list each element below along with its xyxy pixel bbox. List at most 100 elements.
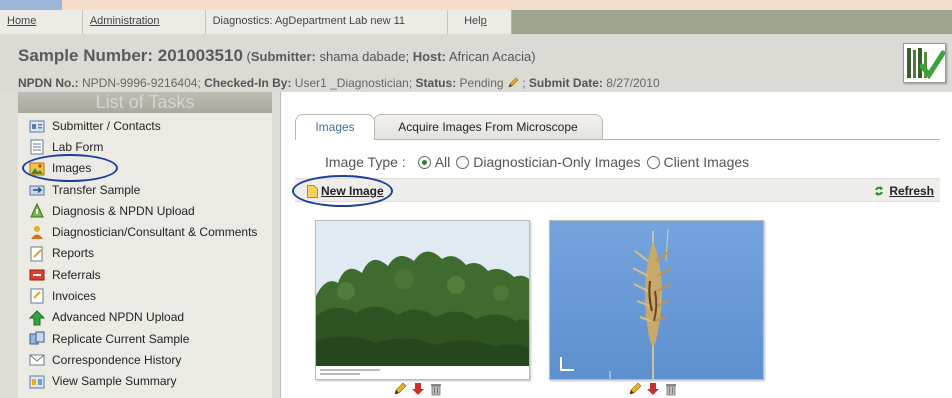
task-item-referrals[interactable]: Referrals xyxy=(18,264,272,285)
new-document-icon xyxy=(307,184,318,198)
radio-client-images[interactable]: Client Images xyxy=(646,154,750,170)
mail-icon xyxy=(29,354,45,366)
menu-administration-label: Administration xyxy=(89,15,160,27)
edit-status-pencil-icon[interactable] xyxy=(507,77,519,89)
tab-divider xyxy=(295,139,940,140)
menu-diagnostics-label: Diagnostics: AgDepartment Lab new 11 xyxy=(212,15,406,27)
images-toolbar: New Image Refresh xyxy=(295,178,940,202)
wheat-head-photo xyxy=(550,221,763,379)
referrals-icon xyxy=(29,269,45,281)
task-item-label: Invoices xyxy=(52,289,97,304)
delete-trash-icon[interactable] xyxy=(429,382,443,396)
menu-home[interactable]: Home xyxy=(0,10,83,34)
status-key: Status: xyxy=(415,76,457,90)
replicate-icon xyxy=(29,331,45,345)
contacts-icon xyxy=(29,120,45,133)
task-item-correspondence-history[interactable]: Correspondence History xyxy=(18,349,272,370)
refresh-icon xyxy=(875,186,884,196)
summary-icon xyxy=(29,375,45,389)
menu-bar: Home Administration Diagnostics: AgDepar… xyxy=(0,10,952,34)
radio-client-button[interactable] xyxy=(646,155,660,169)
radio-diagnostician-label: Diagnostician-Only Images xyxy=(473,154,641,170)
radio-all-label: All xyxy=(434,154,451,170)
tab-images[interactable]: Images xyxy=(295,114,375,140)
radio-client-label: Client Images xyxy=(663,154,750,170)
app-logo-icon xyxy=(903,43,946,83)
task-item-invoices[interactable]: Invoices xyxy=(18,285,272,306)
download-arrow-icon[interactable] xyxy=(411,382,425,396)
menu-help[interactable]: Help xyxy=(448,10,511,34)
image-1-actions xyxy=(393,382,443,398)
status-value: Pending xyxy=(456,76,507,90)
reports-icon xyxy=(30,246,43,262)
task-list: Submitter / Contacts Lab Form Images Transf… xyxy=(18,113,272,392)
image-thumbnail-2[interactable] xyxy=(549,220,764,380)
image-thumbnail-1[interactable] xyxy=(315,220,530,380)
submit-date-key: Submit Date: xyxy=(528,76,603,90)
task-item-submitter-contacts[interactable]: Submitter / Contacts xyxy=(18,115,272,136)
task-list-title: List of Tasks xyxy=(18,92,272,113)
task-item-label: Reports xyxy=(52,246,95,261)
menu-help-label: Hel xyxy=(464,15,481,27)
task-item-label: Transfer Sample xyxy=(52,182,141,197)
npdn-key: NPDN No.: xyxy=(18,76,79,90)
radio-all[interactable]: All xyxy=(417,154,451,170)
host-value: African Acacia) xyxy=(445,49,536,64)
task-item-label: Advanced NPDN Upload xyxy=(52,310,185,325)
top-strip xyxy=(0,0,952,10)
refresh-link[interactable]: Refresh xyxy=(874,184,934,198)
images-content: Images Acquire Images From Microscope Im… xyxy=(280,92,952,398)
form-icon xyxy=(30,139,44,155)
refresh-label: Refresh xyxy=(889,184,934,198)
host-key: Host: xyxy=(412,49,446,64)
checked-in-key: Checked-In By: xyxy=(204,76,292,90)
delete-trash-icon[interactable] xyxy=(664,382,678,396)
new-image-link[interactable]: New Image xyxy=(307,184,384,198)
task-item-reports[interactable]: Reports xyxy=(18,243,272,264)
task-item-replicate-current-sample[interactable]: Replicate Current Sample xyxy=(18,328,272,349)
menu-administration[interactable]: Administration xyxy=(83,10,206,34)
task-item-label: Submitter / Contacts xyxy=(52,118,161,133)
menu-home-label: Home xyxy=(7,15,37,27)
task-item-lab-form[interactable]: Lab Form xyxy=(18,136,272,157)
radio-all-button[interactable] xyxy=(417,155,431,169)
image-2-actions xyxy=(628,382,678,398)
task-item-label: Images xyxy=(52,161,92,176)
invoices-icon xyxy=(30,288,44,304)
task-item-diagnostician-consultant-comments[interactable]: Diagnostician/Consultant & Comments xyxy=(18,221,272,242)
task-item-label: Lab Form xyxy=(52,139,104,154)
task-panel: List of Tasks Submitter / Contacts Lab Fo… xyxy=(18,92,272,398)
task-item-label: Diagnostician/Consultant & Comments xyxy=(52,225,258,240)
task-item-view-sample-summary[interactable]: View Sample Summary xyxy=(18,371,272,392)
task-item-diagnosis-npdn-upload[interactable]: Diagnosis & NPDN Upload xyxy=(18,200,272,221)
download-arrow-icon[interactable] xyxy=(646,382,660,396)
task-item-transfer-sample[interactable]: Transfer Sample xyxy=(18,179,272,200)
task-item-label: Correspondence History xyxy=(52,352,182,367)
task-item-label: View Sample Summary xyxy=(52,374,177,389)
checked-in-value: User1 _Diagnostician; xyxy=(291,76,416,90)
task-item-images[interactable]: Images xyxy=(18,158,272,179)
edit-pencil-icon[interactable] xyxy=(393,382,407,396)
paren-open: ( xyxy=(242,49,251,64)
tab-bar: Images Acquire Images From Microscope xyxy=(295,114,935,140)
submitter-key: Submitter: xyxy=(250,49,316,64)
menu-help-label-underlined: p xyxy=(480,15,487,27)
radio-diagnostician-only[interactable]: Diagnostician-Only Images xyxy=(456,154,641,170)
menu-diagnostics[interactable]: Diagnostics: AgDepartment Lab new 11 xyxy=(206,10,449,34)
person-icon xyxy=(31,226,43,240)
new-image-label: New Image xyxy=(321,184,384,198)
transfer-icon xyxy=(29,185,45,196)
sample-title-line: Sample Number: 201003510 (Submitter: sha… xyxy=(18,46,536,66)
task-item-label: Diagnosis & NPDN Upload xyxy=(52,203,195,218)
sample-number: Sample Number: 201003510 xyxy=(18,46,243,65)
menu-items: Home Administration Diagnostics: AgDepar… xyxy=(0,10,512,34)
sample-header: Sample Number: 201003510 (Submitter: sha… xyxy=(0,34,952,92)
edit-pencil-icon[interactable] xyxy=(628,382,642,396)
sample-details-line: NPDN No.: NPDN-9996-9216404; Checked-In … xyxy=(18,76,660,90)
tab-acquire-microscope[interactable]: Acquire Images From Microscope xyxy=(373,114,603,140)
upload-arrow-icon xyxy=(29,309,45,326)
submitter-value: shama dabade; xyxy=(315,49,413,64)
task-item-advanced-npdn-upload[interactable]: Advanced NPDN Upload xyxy=(18,307,272,328)
radio-diagnostician-button[interactable] xyxy=(456,155,470,169)
task-item-label: Referrals xyxy=(52,267,101,282)
